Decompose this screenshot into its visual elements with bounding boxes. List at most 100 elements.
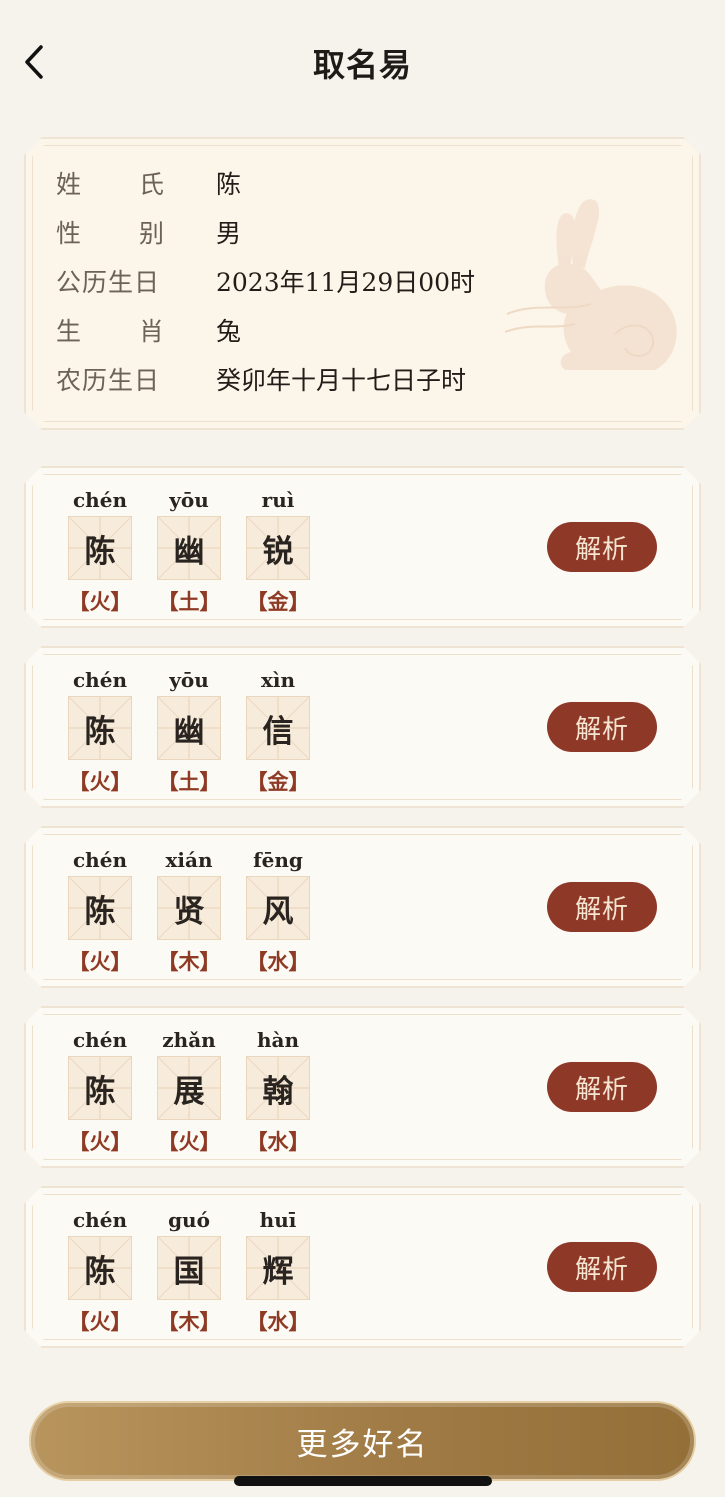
name-char: xián 贤 【木】: [157, 846, 221, 976]
info-label: 农历生日: [56, 366, 161, 395]
hanzi: 展: [173, 1073, 205, 1110]
info-label: 别: [138, 219, 164, 248]
name-char: guó 国 【木】: [157, 1206, 221, 1336]
pinyin: xián: [165, 848, 213, 872]
char-box: 展: [157, 1056, 221, 1120]
hanzi: 陈: [84, 1073, 116, 1110]
birth-info-card: 姓 氏 陈 性 别 男 公历生日 2023年11月29日00时 生 肖 兔 农历…: [24, 137, 701, 430]
hanzi: 陈: [84, 713, 116, 750]
name-chars: chén 陈 【火】 yōu 幽 【土】 ruì 锐 【金】: [68, 486, 310, 616]
five-element: 【木】: [157, 1310, 221, 1334]
more-names-button[interactable]: 更多好名: [29, 1401, 696, 1481]
name-char: chén 陈 【火】: [68, 1026, 132, 1156]
name-chars: chén 陈 【火】 guó 国 【木】 huī 辉 【水】: [68, 1206, 310, 1336]
pinyin: yōu: [169, 488, 209, 512]
char-box: 翰: [246, 1056, 310, 1120]
name-char: chén 陈 【火】: [68, 486, 132, 616]
pinyin: chén: [73, 488, 127, 512]
pinyin: hàn: [256, 1028, 300, 1052]
hanzi: 锐: [262, 533, 294, 570]
name-char: fēng 风 【水】: [246, 846, 310, 976]
pinyin: chén: [73, 668, 127, 692]
char-box: 信: [246, 696, 310, 760]
hanzi: 辉: [262, 1253, 294, 1290]
info-label: 氏: [138, 170, 164, 199]
analyze-button[interactable]: 解析: [547, 882, 657, 932]
name-card: chén 陈 【火】 yōu 幽 【土】 ruì 锐 【金】 解析: [24, 466, 701, 628]
hanzi: 陈: [84, 1253, 116, 1290]
pinyin: huī: [259, 1208, 297, 1232]
five-element: 【金】: [246, 590, 310, 614]
name-card: chén 陈 【火】 guó 国 【木】 huī 辉 【水】 解析: [24, 1186, 701, 1348]
pinyin: chén: [73, 1028, 127, 1052]
hanzi: 国: [173, 1253, 205, 1290]
name-char: hàn 翰 【水】: [246, 1026, 310, 1156]
hanzi: 信: [262, 713, 294, 750]
hanzi: 幽: [173, 713, 205, 750]
pinyin: zhǎn: [162, 1028, 216, 1052]
char-box: 陈: [68, 1056, 132, 1120]
name-card: chén 陈 【火】 zhǎn 展 【火】 hàn 翰 【水】 解析: [24, 1006, 701, 1168]
home-indicator: [234, 1476, 492, 1486]
name-char: chén 陈 【火】: [68, 846, 132, 976]
hanzi: 陈: [84, 893, 116, 930]
hanzi: 风: [262, 893, 294, 930]
analyze-button[interactable]: 解析: [547, 522, 657, 572]
name-char: chén 陈 【火】: [68, 666, 132, 796]
page-title: 取名易: [312, 46, 412, 84]
lunar-birthday-value: 癸卯年十月十七日子时: [216, 366, 467, 395]
hanzi: 陈: [84, 533, 116, 570]
info-row-surname: 姓 氏 陈: [56, 163, 241, 203]
info-label: 生: [56, 317, 82, 346]
five-element: 【金】: [246, 770, 310, 794]
char-box: 贤: [157, 876, 221, 940]
five-element: 【水】: [246, 950, 310, 974]
zodiac-value: 兔: [216, 317, 242, 346]
pinyin: xìn: [260, 668, 296, 692]
name-char: zhǎn 展 【火】: [157, 1026, 221, 1156]
char-box: 幽: [157, 696, 221, 760]
info-row-zodiac: 生 肖 兔: [56, 310, 241, 350]
name-char: chén 陈 【火】: [68, 1206, 132, 1336]
info-label: 公历生日: [56, 268, 161, 297]
five-element: 【火】: [157, 1130, 221, 1154]
rabbit-icon: [505, 194, 685, 384]
char-box: 陈: [68, 1236, 132, 1300]
info-label: 性: [56, 219, 82, 248]
analyze-button[interactable]: 解析: [547, 1062, 657, 1112]
char-box: 陈: [68, 876, 132, 940]
analyze-button[interactable]: 解析: [547, 702, 657, 752]
char-box: 国: [157, 1236, 221, 1300]
solar-birthday-value: 2023年11月29日00时: [216, 268, 476, 297]
surname-value: 陈: [216, 170, 242, 199]
five-element: 【水】: [246, 1310, 310, 1334]
pinyin: fēng: [253, 848, 303, 872]
info-row-solar-birthday: 公历生日 2023年11月29日00时: [56, 261, 475, 301]
five-element: 【土】: [157, 590, 221, 614]
name-char: ruì 锐 【金】: [246, 486, 310, 616]
name-card: chén 陈 【火】 xián 贤 【木】 fēng 风 【水】 解析: [24, 826, 701, 988]
name-char: xìn 信 【金】: [246, 666, 310, 796]
char-box: 锐: [246, 516, 310, 580]
char-box: 辉: [246, 1236, 310, 1300]
five-element: 【火】: [68, 1130, 132, 1154]
name-char: yōu 幽 【土】: [157, 666, 221, 796]
pinyin: yōu: [169, 668, 209, 692]
hanzi: 贤: [173, 893, 205, 930]
name-char: huī 辉 【水】: [246, 1206, 310, 1336]
name-chars: chén 陈 【火】 xián 贤 【木】 fēng 风 【水】: [68, 846, 310, 976]
five-element: 【水】: [246, 1130, 310, 1154]
five-element: 【土】: [157, 770, 221, 794]
pinyin: guó: [168, 1208, 210, 1232]
five-element: 【火】: [68, 1310, 132, 1334]
hanzi: 翰: [262, 1073, 294, 1110]
name-card: chén 陈 【火】 yōu 幽 【土】 xìn 信 【金】 解析: [24, 646, 701, 808]
analyze-button[interactable]: 解析: [547, 1242, 657, 1292]
name-char: yōu 幽 【土】: [157, 486, 221, 616]
char-box: 陈: [68, 516, 132, 580]
five-element: 【火】: [68, 590, 132, 614]
char-box: 风: [246, 876, 310, 940]
five-element: 【火】: [68, 950, 132, 974]
gender-value: 男: [216, 219, 242, 248]
info-row-lunar-birthday: 农历生日 癸卯年十月十七日子时: [56, 359, 466, 399]
